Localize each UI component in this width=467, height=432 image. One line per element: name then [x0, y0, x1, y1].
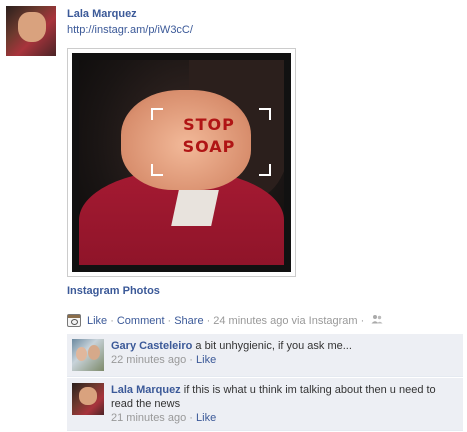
- comment-time[interactable]: 21 minutes ago: [111, 412, 186, 424]
- share-link[interactable]: Share: [174, 315, 203, 327]
- separator: ·: [110, 314, 114, 327]
- comment-like-link[interactable]: Like: [196, 354, 216, 366]
- commenter-name-link[interactable]: Lala Marquez: [111, 384, 181, 396]
- commenter-avatar[interactable]: [72, 339, 104, 371]
- instagram-app-icon: [67, 314, 81, 327]
- comment-like-link[interactable]: Like: [196, 412, 216, 424]
- comment-time[interactable]: 22 minutes ago: [111, 354, 186, 366]
- separator: ·: [167, 314, 172, 327]
- comment-text: a bit unhygienic, if you ask me...: [195, 340, 352, 352]
- separator: ·: [360, 314, 365, 327]
- comments-list: Gary Casteleiro a bit unhygienic, if you…: [67, 334, 463, 431]
- photo-image: STOP SOAP: [72, 53, 291, 272]
- separator: ·: [206, 314, 211, 327]
- author-name-link[interactable]: Lala Marquez: [67, 8, 137, 20]
- like-link[interactable]: Like: [87, 315, 107, 327]
- author-avatar[interactable]: [6, 6, 56, 56]
- instagram-photos-link[interactable]: Instagram Photos: [67, 285, 160, 297]
- comment-item: Lala Marquez if this is what u think im …: [67, 377, 463, 431]
- friends-audience-icon[interactable]: [371, 314, 383, 327]
- separator: ·: [189, 354, 193, 366]
- post-url-link[interactable]: http://instagr.am/p/iW3cC/: [67, 24, 193, 36]
- separator: ·: [189, 412, 193, 424]
- commenter-name-link[interactable]: Gary Casteleiro: [111, 340, 192, 352]
- comment-item: Gary Casteleiro a bit unhygienic, if you…: [67, 334, 463, 377]
- post-action-bar: Like · Comment · Share · 24 minutes ago …: [67, 314, 383, 327]
- photo-caption-text: STOP SOAP: [182, 115, 236, 156]
- post-timestamp[interactable]: 24 minutes ago via Instagram: [213, 315, 357, 327]
- commenter-avatar[interactable]: [72, 383, 104, 415]
- photo-attachment[interactable]: STOP SOAP: [67, 48, 296, 277]
- comment-link[interactable]: Comment: [117, 315, 165, 327]
